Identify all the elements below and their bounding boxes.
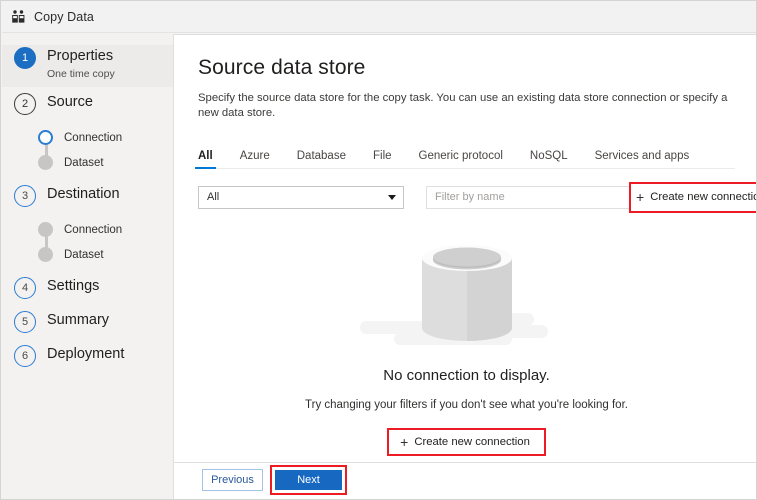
step-number-badge: 6 (14, 345, 36, 367)
sidebar-substeps-destination: Connection Dataset (2, 217, 173, 267)
sidebar-step-label: Summary (47, 313, 109, 328)
tab-nosql[interactable]: NoSQL (530, 150, 568, 168)
tab-all[interactable]: All (198, 150, 213, 168)
step-number-badge: 2 (14, 93, 36, 115)
empty-state-title: No connection to display. (383, 367, 550, 384)
create-new-connection-button-center[interactable]: + Create new connection (387, 428, 546, 456)
substep-status-dot (38, 222, 53, 237)
previous-button[interactable]: Previous (202, 469, 263, 491)
step-number-badge: 3 (14, 185, 36, 207)
search-input[interactable] (426, 186, 631, 209)
create-new-connection-button-top[interactable]: + Create new connection (629, 182, 757, 213)
create-new-connection-label: Create new connection (414, 436, 530, 448)
category-filter-value: All (207, 191, 219, 203)
empty-state: No connection to display. Try changing y… (198, 233, 735, 456)
next-button[interactable]: Next (275, 470, 342, 490)
sidebar-step-label: Source (47, 95, 93, 110)
plus-icon: + (636, 190, 644, 204)
main-content-panel: Source data store Specify the source dat… (173, 34, 757, 500)
step-number-badge: 4 (14, 277, 36, 299)
empty-state-subtitle: Try changing your filters if you don't s… (305, 399, 628, 411)
sidebar-substep-source-dataset[interactable]: Dataset (38, 150, 173, 175)
sidebar-step-source[interactable]: 2 Source (2, 91, 173, 125)
application-window: Copy Data 1 Properties One time copy 2 S… (0, 0, 757, 500)
sidebar-step-deployment[interactable]: 6 Deployment (2, 343, 173, 377)
sidebar-step-summary[interactable]: 5 Summary (2, 309, 173, 343)
substep-status-dot (38, 247, 53, 262)
window-title: Copy Data (34, 10, 94, 24)
sidebar-substep-label: Connection (64, 132, 122, 144)
sidebar-step-label: Destination (47, 187, 120, 202)
category-filter-dropdown[interactable]: All (198, 186, 404, 209)
tab-azure[interactable]: Azure (240, 150, 270, 168)
sidebar-substep-label: Connection (64, 224, 122, 236)
filter-toolbar: All + Create new connection (198, 186, 735, 209)
sidebar-substep-source-connection[interactable]: Connection (38, 125, 173, 150)
page-title: Source data store (198, 56, 735, 80)
sidebar-step-sublabel: One time copy (47, 69, 115, 80)
tab-services-and-apps[interactable]: Services and apps (595, 150, 690, 168)
sidebar-step-label: Properties (47, 49, 115, 64)
plus-icon: + (400, 435, 408, 449)
sidebar-step-label: Settings (47, 279, 99, 294)
sidebar-substep-label: Dataset (64, 249, 104, 261)
sidebar-substep-label: Dataset (64, 157, 104, 169)
wizard-sidebar: 1 Properties One time copy 2 Source Conn… (2, 33, 173, 500)
sidebar-substep-destination-connection[interactable]: Connection (38, 217, 173, 242)
tab-database[interactable]: Database (297, 150, 346, 168)
sidebar-step-destination[interactable]: 3 Destination (2, 183, 173, 217)
sidebar-step-label: Deployment (47, 347, 124, 362)
substep-status-dot (38, 130, 53, 145)
chevron-down-icon (388, 195, 396, 200)
category-tablist: All Azure Database File Generic protocol… (198, 141, 735, 169)
wizard-footer: Previous Next (174, 462, 757, 500)
next-button-highlight: Next (270, 465, 347, 495)
copy-data-icon (11, 9, 27, 25)
step-number-badge: 5 (14, 311, 36, 333)
step-number-badge: 1 (14, 47, 36, 69)
empty-database-cylinder-illustration (342, 233, 592, 363)
sidebar-substep-destination-dataset[interactable]: Dataset (38, 242, 173, 267)
window-titlebar: Copy Data (2, 2, 757, 33)
tab-file[interactable]: File (373, 150, 392, 168)
sidebar-step-properties[interactable]: 1 Properties One time copy (2, 45, 173, 87)
page-description: Specify the source data store for the co… (198, 91, 735, 122)
sidebar-substeps-source: Connection Dataset (2, 125, 173, 175)
tab-generic-protocol[interactable]: Generic protocol (419, 150, 503, 168)
sidebar-step-settings[interactable]: 4 Settings (2, 275, 173, 309)
create-new-connection-label: Create new connection (650, 191, 757, 203)
substep-status-dot (38, 155, 53, 170)
